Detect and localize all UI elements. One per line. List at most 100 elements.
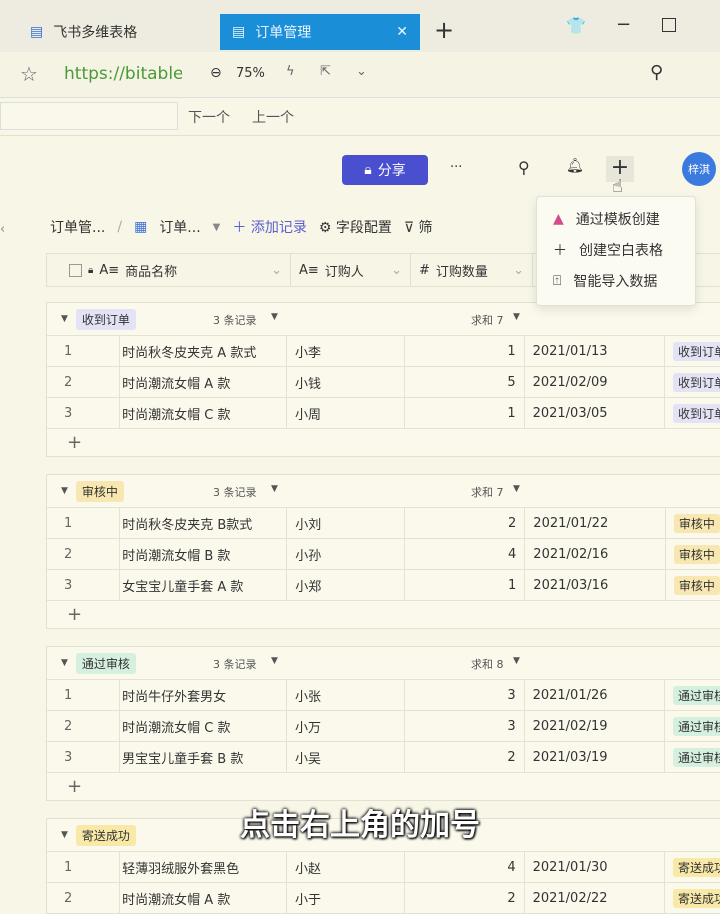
caret-down-icon[interactable]: ▼ — [513, 312, 520, 322]
find-prev-button[interactable]: 上一个 — [252, 107, 294, 127]
table-row[interactable]: 2 时尚潮流女帽 B 款小孙 4 2021/02/16 审核中 — [47, 538, 720, 569]
cell[interactable]: 时尚潮流女帽 C 款 — [120, 398, 287, 428]
cell[interactable]: 小于 — [287, 883, 405, 913]
group-header[interactable]: ▼ 通过审核 3 条记录 ▼ 求和 8 ▼ — [47, 647, 720, 679]
caret-down-icon[interactable]: ▼ — [271, 656, 278, 666]
find-next-button[interactable]: 下一个 — [188, 107, 230, 127]
filter-button[interactable]: ⊽ 筛 — [404, 217, 433, 237]
cell[interactable]: 1 — [405, 336, 525, 366]
cell[interactable]: 轻薄羽绒服外套黑色 — [120, 852, 287, 882]
cell[interactable]: 时尚秋冬皮夹克 A 款式 — [120, 336, 287, 366]
cell[interactable]: 1 — [47, 336, 121, 366]
cell[interactable]: 1 — [47, 508, 121, 538]
cell[interactable]: 女宝宝儿童手套 A 款 — [120, 570, 288, 600]
caret-down-icon[interactable]: ▼ — [513, 484, 520, 494]
cell[interactable]: 2021/01/22 — [525, 508, 666, 538]
menu-item-import[interactable]: ⍐ 智能导入数据 — [537, 265, 695, 296]
cell[interactable]: 3 — [47, 570, 121, 600]
cell[interactable]: 时尚潮流女帽 C 款 — [120, 711, 287, 741]
cell[interactable]: 2 — [405, 883, 525, 913]
group-header[interactable]: ▼ 审核中 3 条记录 ▼ 求和 7 ▼ — [47, 475, 720, 507]
status-cell[interactable]: 收到订单 — [665, 367, 720, 397]
cell[interactable]: 1 — [405, 570, 526, 600]
cell[interactable]: 2021/01/30 — [525, 852, 665, 882]
close-icon[interactable]: ✕ — [396, 24, 408, 40]
cell[interactable]: 小李 — [287, 336, 405, 366]
search-icon[interactable]: ⚲ — [650, 62, 663, 83]
maximize-button[interactable] — [662, 18, 676, 32]
table-row[interactable]: 1时尚秋冬皮夹克 A 款式小李12021/01/13收到订单 — [47, 335, 720, 366]
table-selector[interactable]: 订单... — [159, 217, 200, 237]
cell[interactable]: 时尚潮流女帽 B 款 — [120, 539, 288, 569]
cell[interactable]: 3 — [47, 742, 121, 772]
checkbox[interactable] — [69, 263, 82, 277]
cell[interactable]: 2021/03/19 — [525, 742, 665, 772]
cell[interactable]: 2 — [47, 883, 121, 913]
menu-item-blank-table[interactable]: ＋创建空白表格 — [537, 234, 695, 265]
cell[interactable]: 小钱 — [287, 367, 405, 397]
sum-summary[interactable]: 求和 8 — [471, 656, 504, 672]
table-row[interactable]: 2时尚潮流女帽 A 款小钱52021/02/09 收到订单 — [47, 366, 720, 397]
bell-icon[interactable]: 🔔︎ — [566, 158, 584, 174]
cell[interactable]: 3 — [405, 680, 525, 710]
cell[interactable]: 小孙 — [287, 539, 406, 569]
cell[interactable]: 小吴 — [287, 742, 405, 772]
caret-down-icon[interactable]: ▼ — [513, 656, 520, 666]
cell[interactable]: 时尚潮流女帽 A 款 — [120, 883, 287, 913]
search-icon[interactable]: ⚲ — [518, 158, 530, 177]
cell[interactable]: 男宝宝儿童手套 B 款 — [120, 742, 287, 772]
star-icon[interactable]: ☆ — [20, 62, 38, 86]
find-input[interactable] — [0, 102, 178, 130]
breadcrumb-base[interactable]: 订单管... — [50, 217, 105, 237]
chevron-down-icon[interactable]: ⌄ — [271, 263, 282, 278]
caret-down-icon[interactable]: ▼ — [213, 222, 221, 233]
collapse-caret-icon[interactable]: ▼ — [61, 314, 68, 324]
tab-feishu-bitable[interactable]: ▤ 飞书多维表格 — [18, 14, 149, 50]
cell[interactable]: 1 — [47, 680, 121, 710]
cell[interactable]: 1 — [47, 852, 121, 882]
cell[interactable]: 2 — [405, 742, 525, 772]
share-page-icon[interactable]: ⇱ — [320, 64, 331, 79]
status-cell[interactable]: 寄送成功 — [665, 883, 720, 913]
status-cell[interactable]: 审核中 — [666, 508, 720, 538]
cell[interactable]: 2021/03/16 — [525, 570, 666, 600]
cell[interactable]: 5 — [405, 367, 525, 397]
group-header[interactable]: ▼ 收到订单 3 条记录 ▼ 求和 7 ▼ — [47, 303, 720, 335]
shirt-icon[interactable]: 👕 — [566, 16, 586, 35]
table-row[interactable]: 2时尚潮流女帽 C 款小万32021/02/19 通过审核 — [47, 710, 720, 741]
cell[interactable]: 2 — [47, 539, 121, 569]
sum-summary[interactable]: 求和 7 — [471, 312, 504, 328]
chevron-down-icon[interactable]: ⌄ — [513, 263, 524, 278]
cell[interactable]: 小万 — [287, 711, 405, 741]
cell[interactable]: 2021/01/13 — [525, 336, 665, 366]
cell[interactable]: 时尚秋冬皮夹克 B款式 — [120, 508, 288, 538]
cell[interactable]: 时尚牛仔外套男女 — [120, 680, 287, 710]
cell[interactable]: 4 — [405, 852, 525, 882]
status-cell[interactable]: 收到订单 — [665, 398, 720, 428]
collapse-sidebar-icon[interactable]: ‹ — [0, 222, 5, 237]
status-cell[interactable]: 收到订单 — [665, 336, 720, 366]
zoom-icon[interactable]: ⊖ — [210, 65, 222, 81]
cell[interactable]: 2021/02/09 — [525, 367, 665, 397]
table-row[interactable]: 1轻薄羽绒服外套黑色小赵42021/01/30 寄送成功 — [47, 851, 720, 882]
table-row[interactable]: 1 时尚秋冬皮夹克 B款式 小刘 2 2021/01/22 审核中 — [47, 507, 720, 538]
column-header-product[interactable]: 🔒︎ A≡ 商品名称 ⌄ — [47, 254, 291, 286]
avatar[interactable]: 梓淇 — [682, 152, 716, 186]
cell[interactable]: 3 — [405, 711, 525, 741]
add-row-button[interactable]: + — [47, 428, 720, 456]
share-button[interactable]: 🔒︎ 分享 — [342, 155, 428, 185]
table-row[interactable]: 3时尚潮流女帽 C 款小周12021/03/05 收到订单 — [47, 397, 720, 428]
cell[interactable]: 1 — [405, 398, 525, 428]
more-button[interactable]: ··· — [450, 160, 462, 175]
cell[interactable]: 2 — [405, 508, 526, 538]
menu-item-template[interactable]: ▲ 通过模板创建 — [537, 203, 695, 234]
status-cell[interactable]: 审核中 — [666, 570, 720, 600]
cell[interactable]: 2 — [47, 367, 121, 397]
add-record-button[interactable]: ＋ 添加记录 — [232, 217, 306, 237]
field-config-button[interactable]: ⚙ 字段配置 — [319, 217, 392, 237]
table-row[interactable]: 3男宝宝儿童手套 B 款小吴22021/03/19 通过审核 — [47, 741, 720, 772]
cell[interactable]: 时尚潮流女帽 A 款 — [120, 367, 287, 397]
collapse-caret-icon[interactable]: ▼ — [61, 486, 68, 496]
caret-down-icon[interactable]: ▼ — [271, 312, 278, 322]
chevron-down-icon[interactable]: ⌄ — [391, 263, 402, 278]
